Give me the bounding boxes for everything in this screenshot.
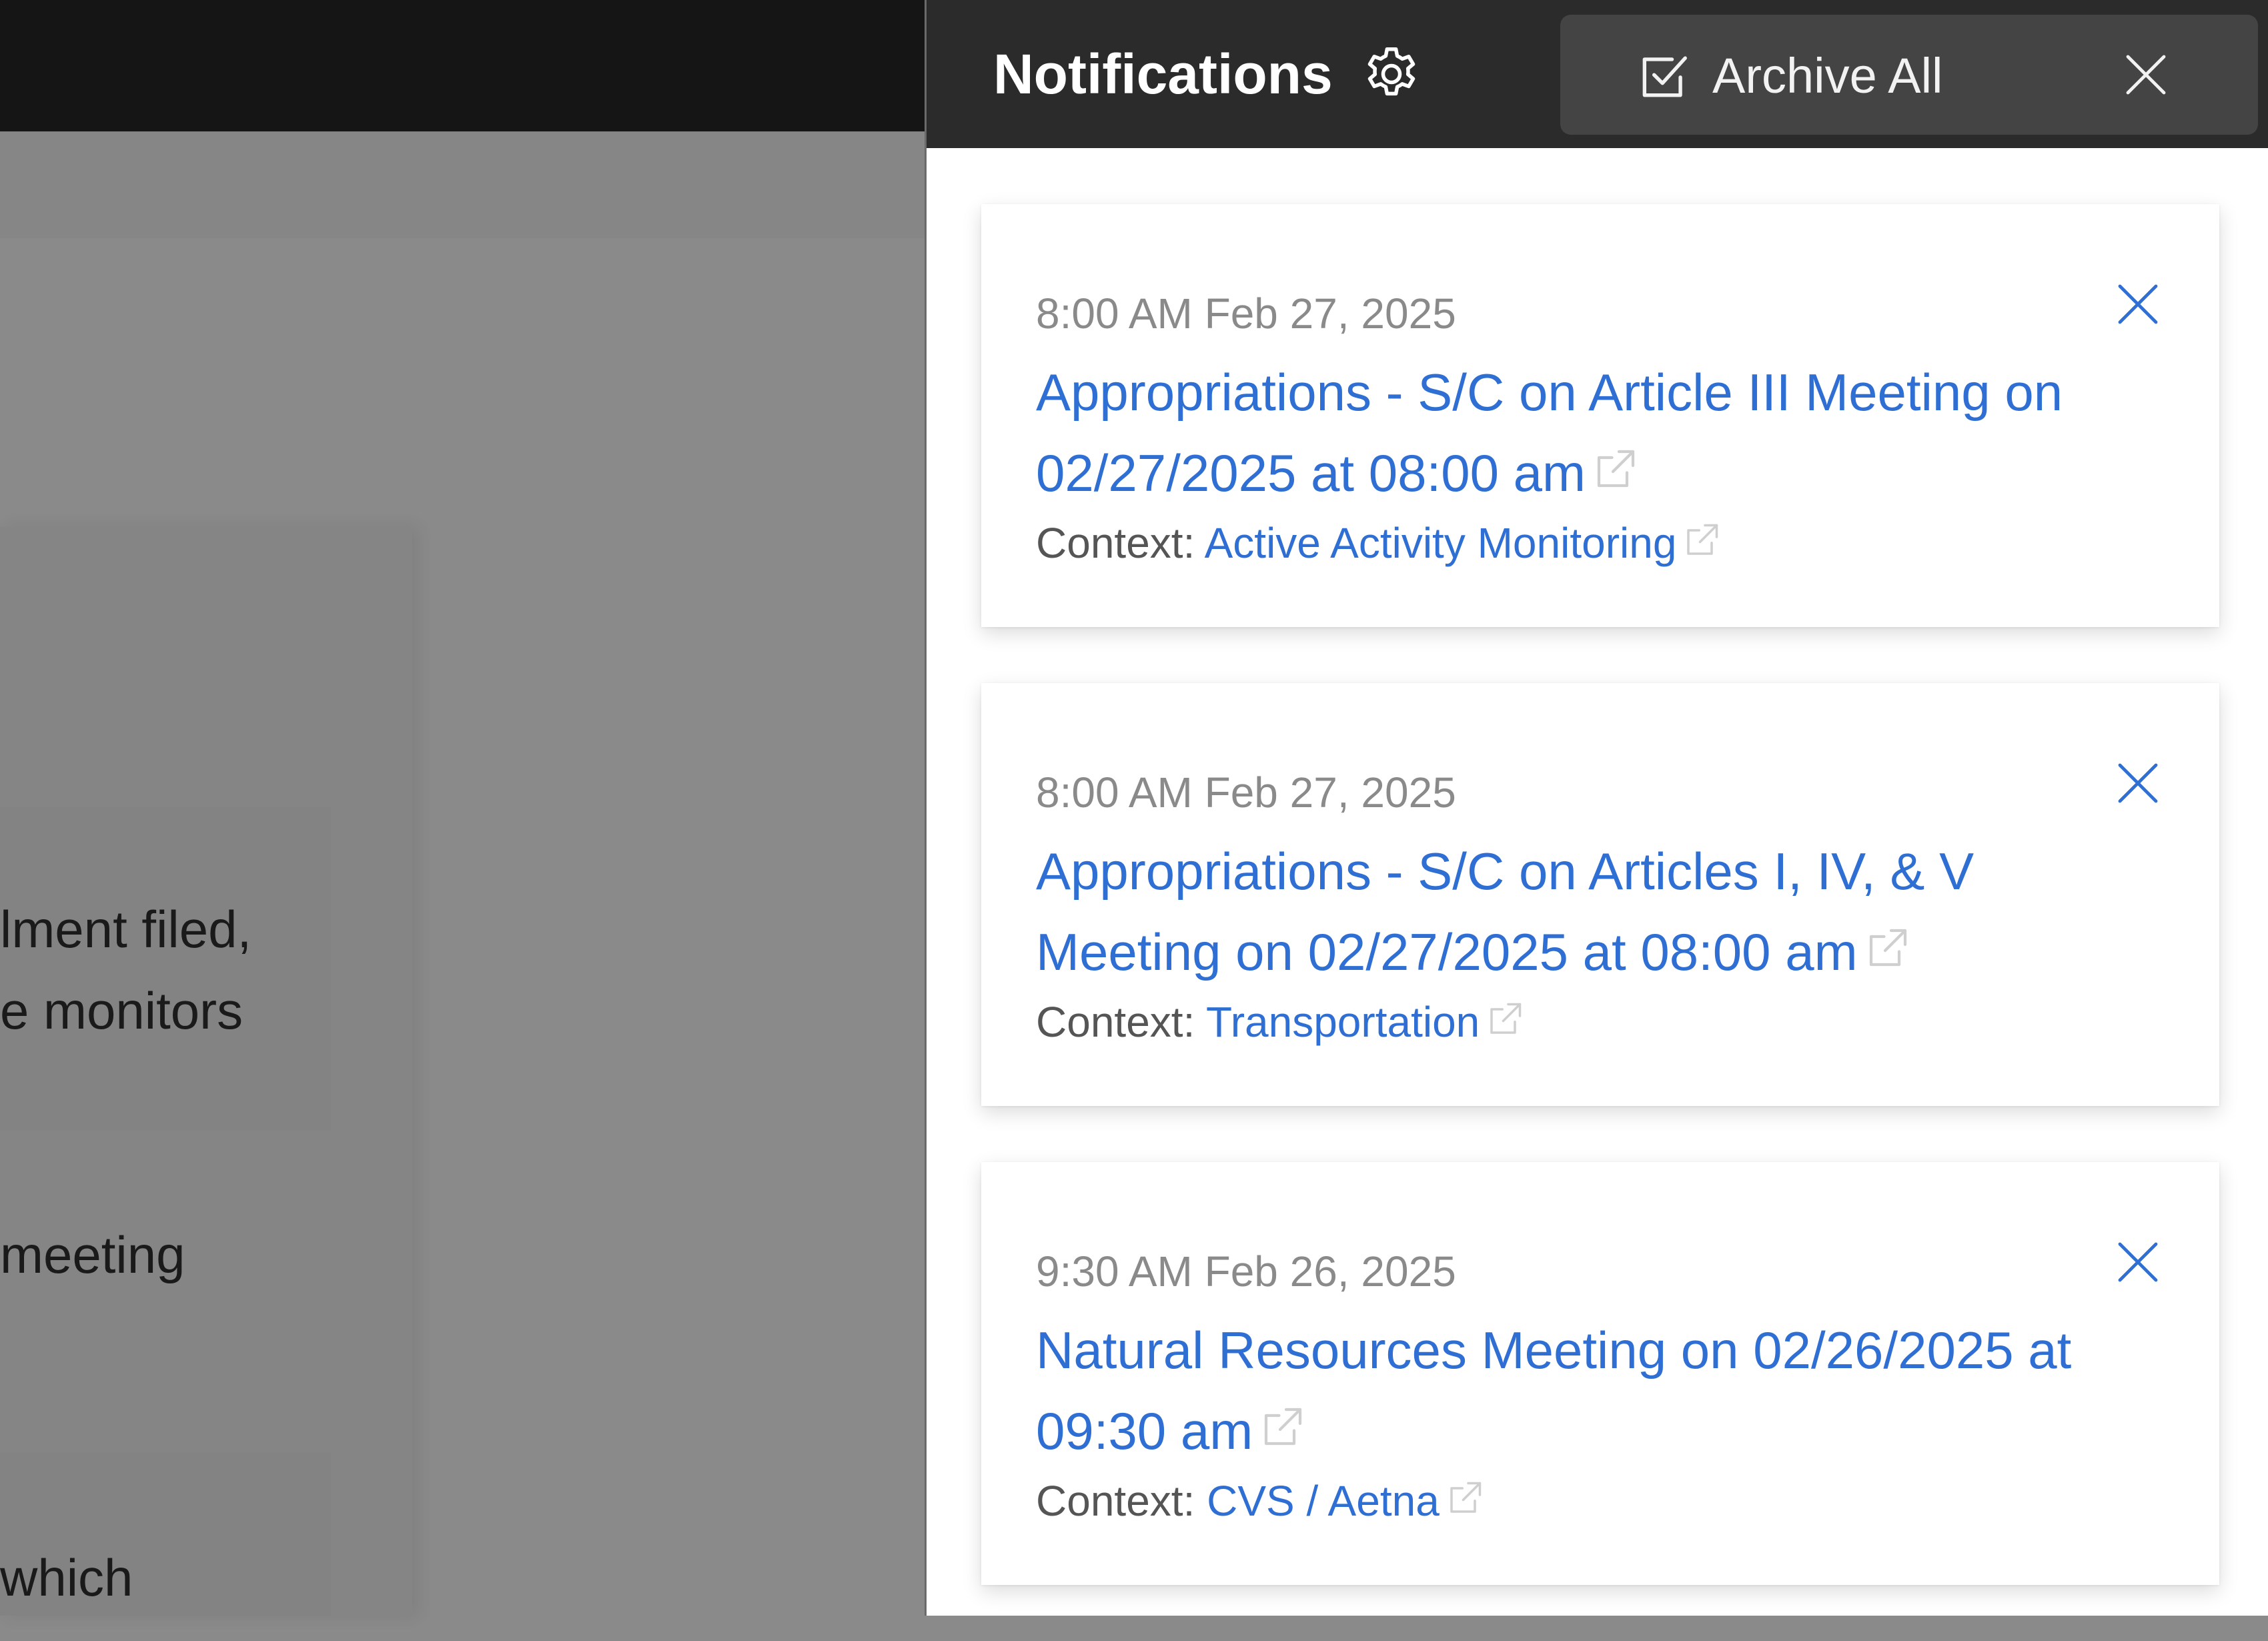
close-icon[interactable]: [2122, 51, 2170, 99]
context-link[interactable]: CVS / Aetna: [1207, 1477, 1440, 1525]
external-link-icon: [1450, 1482, 1482, 1513]
dismiss-notification-icon[interactable]: [2114, 1238, 2162, 1286]
dismiss-notification-icon[interactable]: [2114, 759, 2162, 807]
notification-card: 8:00 AM Feb 27, 2025 Appropriations - S/…: [981, 683, 2219, 1106]
checkbox-check-icon: [1642, 56, 1687, 97]
external-link-icon: [1869, 929, 1906, 967]
notification-timestamp: 9:30 AM Feb 26, 2025: [1036, 1247, 1456, 1295]
notification-list: 8:00 AM Feb 27, 2025 Appropriations - S/…: [981, 204, 2219, 1641]
notification-title-link[interactable]: Appropriations - S/C on Articles I, IV, …: [1036, 831, 2077, 993]
external-link-icon: [1687, 524, 1718, 555]
drawer-header: Notifications Archive All: [927, 0, 2268, 148]
notification-card: 8:00 AM Feb 27, 2025 Appropriations - S/…: [981, 204, 2219, 627]
archive-all-button[interactable]: Archive All: [1635, 48, 1942, 104]
background-top-bar: [0, 0, 925, 131]
dismiss-notification-icon[interactable]: [2114, 280, 2162, 328]
context-link[interactable]: Transportation: [1206, 998, 1480, 1046]
context-label: Context:: [1036, 519, 1195, 567]
external-link-icon: [1597, 450, 1635, 488]
notification-context: Context: Transportation: [1036, 995, 1525, 1049]
background-text-line: meeting: [0, 1225, 185, 1284]
external-link-icon: [1490, 1003, 1522, 1034]
notification-context: Context: CVS / Aetna: [1036, 1474, 1485, 1528]
notification-title-text: Appropriations - S/C on Articles I, IV, …: [1036, 842, 1974, 981]
background-text-line: lment filed,: [0, 900, 252, 959]
background-toolbar-strip: [0, 131, 925, 238]
gear-icon[interactable]: [1360, 43, 1423, 105]
archive-all-label: Archive All: [1712, 48, 1943, 103]
notification-context: Context: Active Activity Monitoring: [1036, 516, 1722, 570]
notification-timestamp: 8:00 AM Feb 27, 2025: [1036, 768, 1456, 816]
context-label: Context:: [1036, 1477, 1195, 1525]
notification-card: 9:30 AM Feb 26, 2025 Natural Resources M…: [981, 1162, 2219, 1585]
notification-title-link[interactable]: Appropriations - S/C on Article III Meet…: [1036, 352, 2170, 514]
external-link-icon: [1265, 1408, 1302, 1446]
drawer-title: Notifications: [993, 43, 1333, 105]
notification-title-text: Natural Resources Meeting on 02/26/2025 …: [1036, 1321, 2072, 1460]
notification-title-link[interactable]: Natural Resources Meeting on 02/26/2025 …: [1036, 1310, 2183, 1472]
header-actions: Archive All: [1560, 15, 2258, 135]
notification-timestamp: 8:00 AM Feb 27, 2025: [1036, 290, 1456, 338]
notifications-drawer: Notifications Archive All 8:00 AM Feb 27…: [925, 0, 2268, 1616]
background-text-line: which: [0, 1548, 133, 1607]
notification-title-text: Appropriations - S/C on Article III Meet…: [1036, 363, 2063, 502]
context-link[interactable]: Active Activity Monitoring: [1205, 519, 1677, 567]
context-label: Context:: [1036, 998, 1195, 1046]
background-text-line: e monitors: [0, 981, 243, 1040]
